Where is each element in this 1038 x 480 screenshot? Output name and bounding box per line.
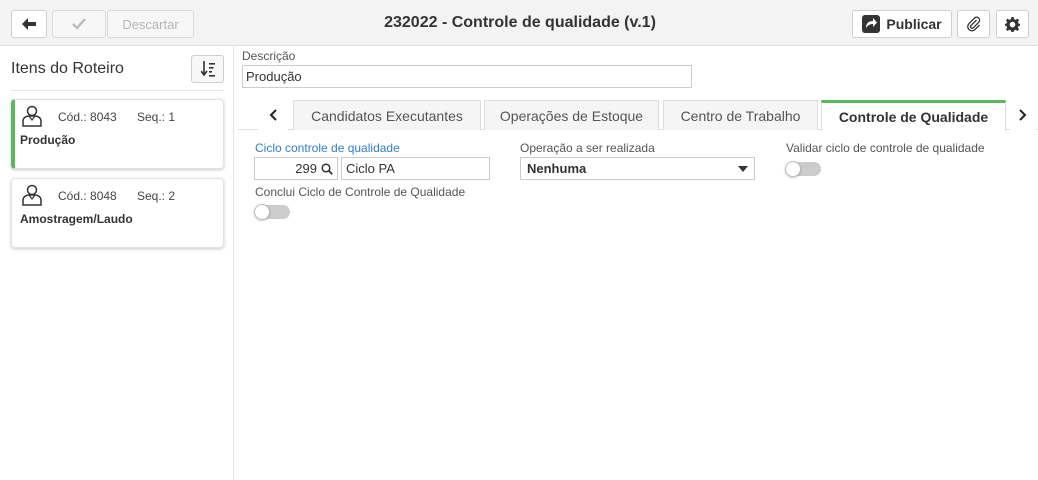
conclude-toggle[interactable] [254, 204, 290, 220]
description-label: Descrição [242, 49, 296, 63]
tab-bar: Candidatos Executantes Operações de Esto… [238, 100, 1038, 131]
paperclip-icon [966, 16, 980, 32]
sort-button[interactable] [191, 55, 224, 83]
conclude-label: Conclui Ciclo de Controle de Qualidade [255, 185, 466, 199]
item-name: Amostragem/Laudo [20, 212, 133, 226]
check-icon [72, 18, 86, 30]
chevron-right-icon [1019, 109, 1027, 121]
worker-icon [22, 105, 42, 127]
discard-button[interactable]: Descartar [107, 10, 194, 38]
toggle-knob [254, 204, 270, 220]
route-item-card[interactable]: Cód.: 8043 Seq.: 1 Produção [11, 99, 224, 169]
attach-button[interactable] [957, 10, 990, 38]
arrow-left-icon [22, 18, 36, 30]
tab-controle-qualidade[interactable]: Controle de Qualidade [821, 100, 1006, 131]
cycle-code-value: 299 [295, 161, 317, 176]
tab-candidatos-executantes[interactable]: Candidatos Executantes [293, 100, 481, 130]
route-item-card[interactable]: Cód.: 8048 Seq.: 2 Amostragem/Laudo [11, 178, 224, 248]
share-icon [862, 15, 881, 33]
cycle-code-field[interactable]: 299 [254, 157, 338, 180]
tab-operacoes-estoque[interactable]: Operações de Estoque [484, 100, 659, 130]
chevron-left-icon [269, 109, 277, 121]
item-code: Cód.: 8043 [58, 110, 117, 124]
back-button[interactable] [11, 10, 47, 38]
tab-scroll-left[interactable] [258, 100, 288, 130]
gear-icon [1005, 16, 1020, 32]
sidebar-divider [11, 90, 224, 91]
validate-label: Validar ciclo de controle de qualidade [786, 141, 985, 155]
tab-scroll-right[interactable] [1010, 100, 1036, 130]
item-code: Cód.: 8048 [58, 189, 117, 203]
settings-button[interactable] [996, 10, 1029, 38]
validate-toggle[interactable] [785, 161, 821, 177]
search-icon[interactable] [321, 162, 333, 175]
item-seq: Seq.: 2 [137, 189, 176, 203]
cycle-name-field[interactable]: Ciclo PA [341, 157, 490, 180]
operation-label: Operação a ser realizada [520, 141, 655, 155]
tab-centro-trabalho[interactable]: Centro de Trabalho [663, 100, 818, 130]
confirm-button[interactable] [52, 10, 106, 38]
caret-down-icon [738, 165, 748, 172]
publish-button[interactable]: Publicar [852, 10, 952, 38]
description-field[interactable]: Produção [242, 65, 692, 88]
cycle-label: Ciclo controle de qualidade [255, 141, 400, 155]
sidebar-title: Itens do Roteiro [11, 60, 124, 77]
top-toolbar: Descartar 232022 - Controle de qualidade… [0, 0, 1038, 46]
publish-label: Publicar [886, 16, 942, 32]
operation-select[interactable]: Nenhuma [520, 157, 755, 180]
toggle-knob [785, 161, 801, 177]
operation-value: Nenhuma [527, 161, 587, 176]
page-title: 232022 - Controle de qualidade (v.1) [384, 14, 656, 31]
item-name: Produção [20, 133, 76, 147]
worker-icon [22, 184, 42, 206]
sort-icon [200, 61, 215, 77]
sidebar: Itens do Roteiro Cód.: 8043 Seq.: 1 Prod… [0, 47, 234, 480]
item-seq: Seq.: 1 [137, 110, 176, 124]
